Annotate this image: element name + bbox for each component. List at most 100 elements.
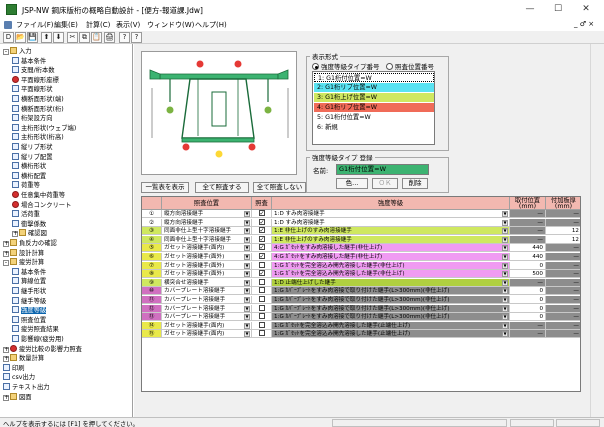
- table-row[interactable]: ⑧ ガセット溶接継手(面外) ▼ ✓ 1:G ｶﾞｾｯﾄを完全溶込み開先溶接した継手(非…: [142, 270, 580, 279]
- radio-check-position[interactable]: 照査位置番号: [386, 61, 434, 71]
- dropdown-icon[interactable]: ▼: [244, 331, 250, 338]
- dropdown-icon[interactable]: ▼: [244, 297, 250, 303]
- tree-item[interactable]: 強度等級: [12, 306, 47, 315]
- mount-position-cell[interactable]: 440: [510, 244, 546, 253]
- strength-type-item[interactable]: 5: G1桁付位置=W: [314, 113, 434, 122]
- position-cell[interactable]: ガセット溶接継手(面内) ▼: [162, 244, 252, 253]
- check-checkbox[interactable]: ✓: [258, 227, 265, 234]
- thickness-cell[interactable]: —: [546, 244, 580, 253]
- expand-icon[interactable]: +: [3, 356, 9, 363]
- position-cell[interactable]: ガセット溶接継手(面外) ▼: [162, 261, 252, 270]
- grade-cell[interactable]: 1:E 非仕上げのすみ肉溶接継手 ▼: [272, 235, 510, 244]
- grade-cell[interactable]: 1:E 非仕上げのすみ肉溶接継手 ▼: [272, 227, 510, 236]
- dropdown-icon[interactable]: ▼: [502, 228, 508, 235]
- tree-item[interactable]: 平面線形状: [12, 85, 52, 93]
- mount-position-cell[interactable]: 0: [510, 296, 546, 304]
- tree-item[interactable]: 桁架設方向: [12, 114, 52, 122]
- thickness-cell[interactable]: 12: [546, 235, 580, 244]
- expand-icon[interactable]: +: [3, 346, 9, 353]
- tree-item[interactable]: 横桁形状: [12, 162, 46, 170]
- grade-cell[interactable]: 1:D すみ肉溶接継手 ▼: [272, 210, 510, 218]
- tree-item[interactable]: + 設計計算: [3, 248, 44, 257]
- print-icon[interactable]: 🖨: [104, 32, 115, 43]
- tree-item[interactable]: 継手形状: [12, 287, 46, 295]
- check-checkbox[interactable]: [258, 330, 265, 337]
- check-checkbox[interactable]: ✓: [258, 218, 265, 225]
- position-cell[interactable]: 同面非仕上型十字溶接継手 ▼: [162, 227, 252, 236]
- tree-item[interactable]: 活荷重: [12, 210, 40, 218]
- tree-item[interactable]: + 図面: [3, 392, 32, 401]
- grade-cell[interactable]: 1:G ｶﾊﾞｰﾌﾟﾚｰﾄをすみ肉溶接で取り付けた継手(L>300mm)(非仕上…: [272, 304, 510, 313]
- radio-off-icon[interactable]: [386, 63, 393, 70]
- check-checkbox[interactable]: ✓: [258, 235, 265, 242]
- table-row[interactable]: ① 縦方向溶接継手 ▼ ✓ 1:D すみ肉溶接継手 ▼ — —: [142, 210, 580, 218]
- navigation-tree[interactable]: - 入力 基本条件 支間/桁本数 平面線形座標 平面線形状 横断面形状(端) 横断面形状(桁)…: [0, 44, 133, 417]
- type-name-field[interactable]: G1桁付位置=W: [336, 164, 429, 175]
- check-checkbox[interactable]: ✓: [258, 270, 265, 277]
- position-cell[interactable]: ガセット溶接継手(面内) ▼: [162, 321, 252, 330]
- grade-cell[interactable]: 1:G ｶﾞｾｯﾄを完全溶込み開先溶接した継手(止端仕上げ) ▼: [272, 330, 510, 339]
- mdi-controls[interactable]: _ ♂ ×: [574, 20, 594, 28]
- new-icon[interactable]: D: [3, 32, 14, 43]
- position-cell[interactable]: カバープレート溶接継手 ▼: [162, 313, 252, 322]
- position-cell[interactable]: ガセット溶接継手(面外) ▼: [162, 270, 252, 279]
- thickness-cell[interactable]: —: [546, 218, 580, 227]
- tree-item[interactable]: 疲労照査結果: [12, 325, 59, 333]
- table-row[interactable]: ⑩ カバープレート溶接継手 ▼ 1:G ｶﾊﾞｰﾌﾟﾚｰﾄをすみ肉溶接で取り付けた継手…: [142, 287, 580, 296]
- dropdown-icon[interactable]: ▼: [244, 236, 250, 243]
- dropdown-icon[interactable]: ▼: [244, 271, 250, 278]
- help-icon[interactable]: ?: [119, 32, 130, 43]
- thickness-cell[interactable]: —: [546, 270, 580, 279]
- up-arrow-icon[interactable]: ⬆: [41, 32, 52, 43]
- dropdown-icon[interactable]: ▼: [244, 228, 250, 235]
- tree-item[interactable]: 基本条件: [12, 267, 46, 276]
- tree-item[interactable]: 縦リブ形状: [12, 143, 52, 151]
- tree-item[interactable]: 照査位置: [12, 315, 46, 324]
- dropdown-icon[interactable]: ▼: [502, 305, 508, 312]
- mount-position-cell[interactable]: —: [510, 235, 546, 244]
- check-checkbox[interactable]: [258, 296, 265, 302]
- mount-position-cell[interactable]: —: [510, 210, 546, 218]
- dropdown-icon[interactable]: ▼: [244, 219, 250, 226]
- expand-icon[interactable]: +: [12, 231, 18, 238]
- position-cell[interactable]: カバープレート溶接継手 ▼: [162, 304, 252, 313]
- mount-position-cell[interactable]: —: [510, 330, 546, 339]
- tree-item[interactable]: 横断面形状(桁): [12, 104, 64, 113]
- table-row[interactable]: ⑥ ガセット溶接継手(面外) ▼ ✓ 4:G ｶﾞｾｯﾄをすみ肉溶接した継手(非仕上げ)…: [142, 253, 580, 261]
- table-row[interactable]: ⑦ ガセット溶接継手(面外) ▼ 1:G ｶﾞｾｯﾄを完全溶込み開先溶接した継手(非仕…: [142, 261, 580, 270]
- show-list-button[interactable]: 一覧表を表示: [141, 182, 189, 193]
- check-all-button[interactable]: 全て照査する: [195, 182, 249, 193]
- menu-view[interactable]: 表示(V): [116, 20, 140, 30]
- strength-type-list[interactable]: 1: G1桁付位置=W 2: G1桁リブ位置=W 3: G1桁上げ位置=W 4: G1…: [312, 71, 435, 145]
- table-row[interactable]: ⑭ ガセット溶接継手(面内) ▼ 1:G ｶﾞｾｯﾄを完全溶込み開先溶接した継手(止端…: [142, 321, 580, 330]
- check-checkbox[interactable]: ✓: [258, 253, 265, 260]
- check-checkbox[interactable]: [258, 278, 265, 285]
- check-checkbox[interactable]: ✓: [258, 244, 265, 251]
- expand-icon[interactable]: +: [3, 250, 9, 257]
- dropdown-icon[interactable]: ▼: [244, 314, 250, 321]
- strength-type-item[interactable]: 3: G1桁上げ位置=W: [314, 93, 434, 102]
- position-cell[interactable]: カバープレート溶接継手 ▼: [162, 287, 252, 296]
- table-row[interactable]: ⑫ カバープレート溶接継手 ▼ 1:G ｶﾊﾞｰﾌﾟﾚｰﾄをすみ肉溶接で取り付けた継手…: [142, 304, 580, 313]
- table-row[interactable]: ② 縦方向溶接継手 ▼ ✓ 1:D すみ肉溶接継手 ▼ — —: [142, 218, 580, 227]
- cut-icon[interactable]: ✂: [67, 32, 78, 43]
- mount-position-cell[interactable]: —: [510, 278, 546, 287]
- vertical-scrollbar[interactable]: [590, 44, 604, 417]
- dropdown-icon[interactable]: ▼: [244, 245, 250, 252]
- dropdown-icon[interactable]: ▼: [244, 322, 250, 329]
- menu-help[interactable]: ヘルプ(H): [195, 20, 227, 30]
- dropdown-icon[interactable]: ▼: [244, 305, 250, 312]
- dropdown-icon[interactable]: ▼: [502, 211, 508, 217]
- table-row[interactable]: ④ 同面非仕上型十字溶接継手 ▼ ✓ 1:E 非仕上げのすみ肉溶接継手 ▼ —12: [142, 235, 580, 244]
- tree-item[interactable]: 印刷: [3, 363, 25, 372]
- tree-item[interactable]: 場合コンクリート: [12, 200, 71, 209]
- delete-button[interactable]: 削除: [402, 178, 428, 189]
- mount-position-cell[interactable]: 0: [510, 313, 546, 322]
- position-cell[interactable]: 同面非仕上型十字溶接継手 ▼: [162, 235, 252, 244]
- mount-position-cell[interactable]: —: [510, 218, 546, 227]
- paste-icon[interactable]: 📋: [91, 32, 102, 43]
- position-cell[interactable]: 横突合せ溶接継手 ▼: [162, 278, 252, 287]
- dropdown-icon[interactable]: ▼: [502, 331, 508, 338]
- check-checkbox[interactable]: [258, 261, 265, 268]
- dropdown-icon[interactable]: ▼: [244, 262, 250, 269]
